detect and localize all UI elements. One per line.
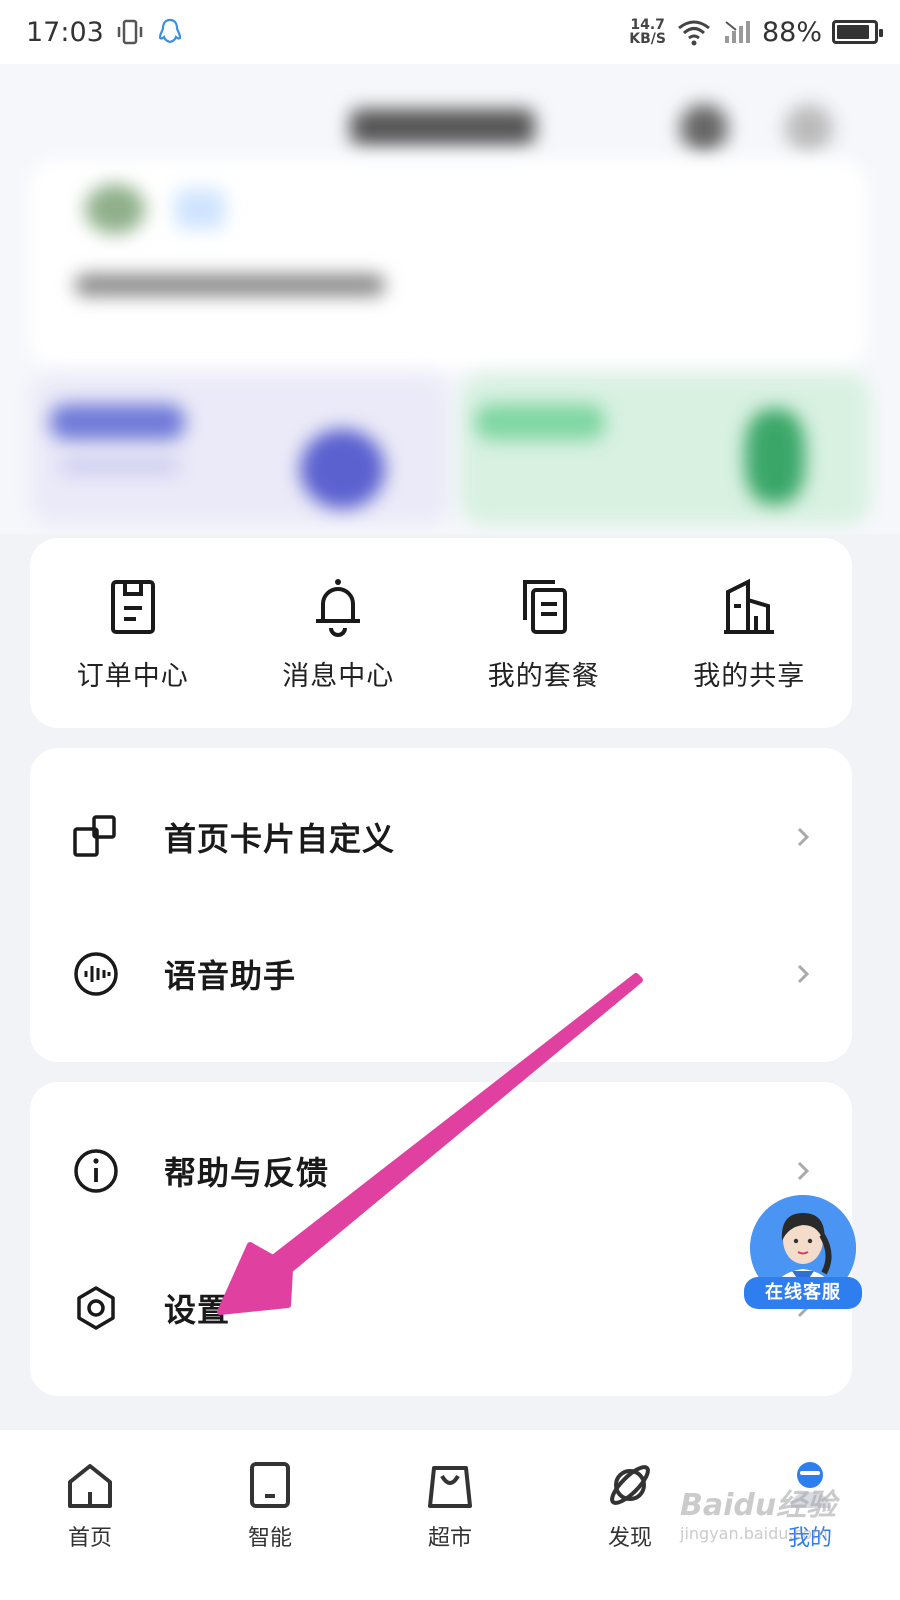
blurred-account-card: [28, 159, 868, 369]
support-label: 在线客服: [744, 1277, 862, 1309]
chevron-right-icon: [797, 827, 810, 846]
blurred-account-area: [0, 64, 900, 534]
net-speed-unit: KB/S: [629, 31, 666, 47]
tab-label: 首页: [67, 1526, 112, 1551]
voice-waveform-icon: [74, 951, 118, 996]
blurred-banner-graphic-right: [745, 409, 805, 504]
tab-home[interactable]: 首页: [0, 1460, 180, 1600]
tab-label: 智能: [247, 1526, 292, 1551]
blurred-scan-icon: [680, 104, 728, 152]
blurred-banner-left: [30, 374, 450, 524]
cards-customize-icon: [73, 814, 116, 857]
battery-icon: [832, 20, 883, 44]
cellular-signal-icon: [724, 21, 750, 43]
settings-list-group-2: 帮助与反馈 设置: [30, 1082, 852, 1396]
list-item-home-card-customize[interactable]: 首页卡片自定义: [30, 758, 852, 915]
list-item-label: 首页卡片自定义: [164, 819, 396, 858]
package-copy-icon: [522, 580, 567, 634]
clock: 17:03: [26, 16, 104, 48]
list-item-label: 语音助手: [164, 956, 297, 995]
status-bar: 17:03 14.7 KB/S 88%: [0, 0, 900, 64]
quick-action-label: 消息中心: [282, 661, 395, 692]
list-item-settings[interactable]: 设置: [30, 1229, 852, 1386]
blurred-avatar: [85, 184, 145, 234]
battery-percent: 88%: [761, 16, 822, 48]
planet-icon: [610, 1465, 650, 1505]
hexagon-settings-icon: [77, 1285, 115, 1330]
chevron-right-icon: [797, 1161, 810, 1180]
share-building-icon: [724, 578, 775, 634]
info-icon: [74, 1148, 118, 1193]
quick-action-label: 我的共享: [693, 661, 806, 692]
blurred-banner-subtext: [60, 459, 180, 473]
qq-penguin-icon: [158, 18, 181, 44]
online-support-button[interactable]: 在线客服: [744, 1195, 862, 1313]
blurred-banner-button-left: [50, 404, 185, 440]
blurred-more-icon: [785, 104, 833, 152]
shopping-bag-icon: [428, 1466, 472, 1508]
order-clipboard-icon: [110, 580, 155, 634]
tab-label: 超市: [427, 1526, 472, 1551]
quick-action-label: 订单中心: [76, 661, 189, 692]
tab-supermarket[interactable]: 超市: [360, 1460, 540, 1600]
quick-action-my-share[interactable]: 我的共享: [647, 538, 853, 728]
tablet-icon: [250, 1462, 290, 1508]
bell-icon: [316, 579, 361, 637]
blurred-title: [350, 109, 535, 145]
net-speed-value: 14.7: [630, 17, 665, 33]
list-item-help-feedback[interactable]: 帮助与反馈: [30, 1092, 852, 1249]
quick-actions-card: 订单中心 消息中心 我的套餐 我的共享: [30, 538, 852, 728]
blurred-banner-graphic-left: [300, 429, 385, 509]
home-icon: [68, 1464, 112, 1508]
tab-label: 发现: [607, 1526, 652, 1551]
list-item-label: 帮助与反馈: [164, 1153, 330, 1192]
settings-list-group-1: 首页卡片自定义 语音助手: [30, 748, 852, 1062]
network-speed: 14.7 KB/S: [629, 18, 666, 46]
chevron-right-icon: [797, 964, 810, 983]
watermark: Baidu经验: [680, 1488, 837, 1523]
blurred-banner-right: [460, 374, 870, 524]
quick-action-order-center[interactable]: 订单中心: [30, 538, 236, 728]
tab-smart[interactable]: 智能: [180, 1460, 360, 1600]
watermark-url: jingyan.baidu.com: [680, 1524, 828, 1543]
list-item-voice-assistant[interactable]: 语音助手: [30, 895, 852, 1052]
blurred-banner-button-right: [475, 404, 605, 440]
blurred-account-text: [75, 274, 385, 296]
list-item-label: 设置: [164, 1290, 231, 1329]
quick-action-message-center[interactable]: 消息中心: [236, 538, 442, 728]
wifi-icon: [678, 20, 710, 46]
quick-action-label: 我的套餐: [487, 661, 600, 692]
vibrate-icon: [117, 19, 143, 45]
blurred-tag: [175, 189, 225, 229]
quick-action-my-package[interactable]: 我的套餐: [441, 538, 647, 728]
